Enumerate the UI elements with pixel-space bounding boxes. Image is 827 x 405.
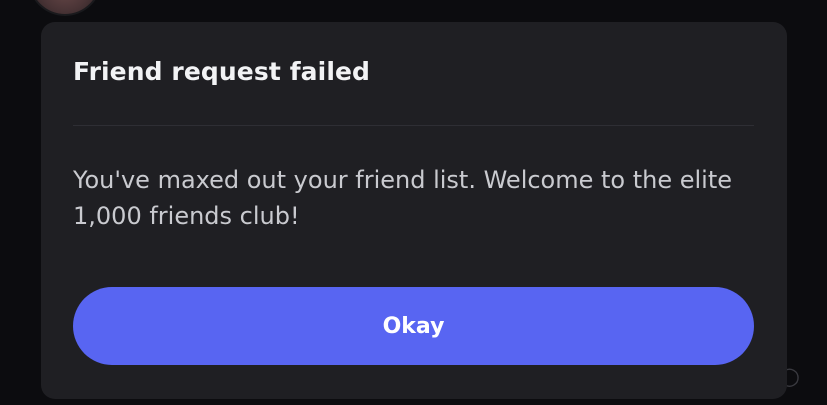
friend-request-failed-dialog: Friend request failed You've maxed out y…	[41, 22, 787, 399]
app-backdrop: ○ Friend request failed You've maxed out…	[0, 0, 827, 405]
dialog-divider	[73, 125, 754, 126]
okay-button[interactable]: Okay	[73, 287, 754, 365]
dialog-message: You've maxed out your friend list. Welco…	[73, 166, 733, 230]
dialog-title: Friend request failed	[73, 57, 371, 86]
avatar	[30, 0, 100, 14]
